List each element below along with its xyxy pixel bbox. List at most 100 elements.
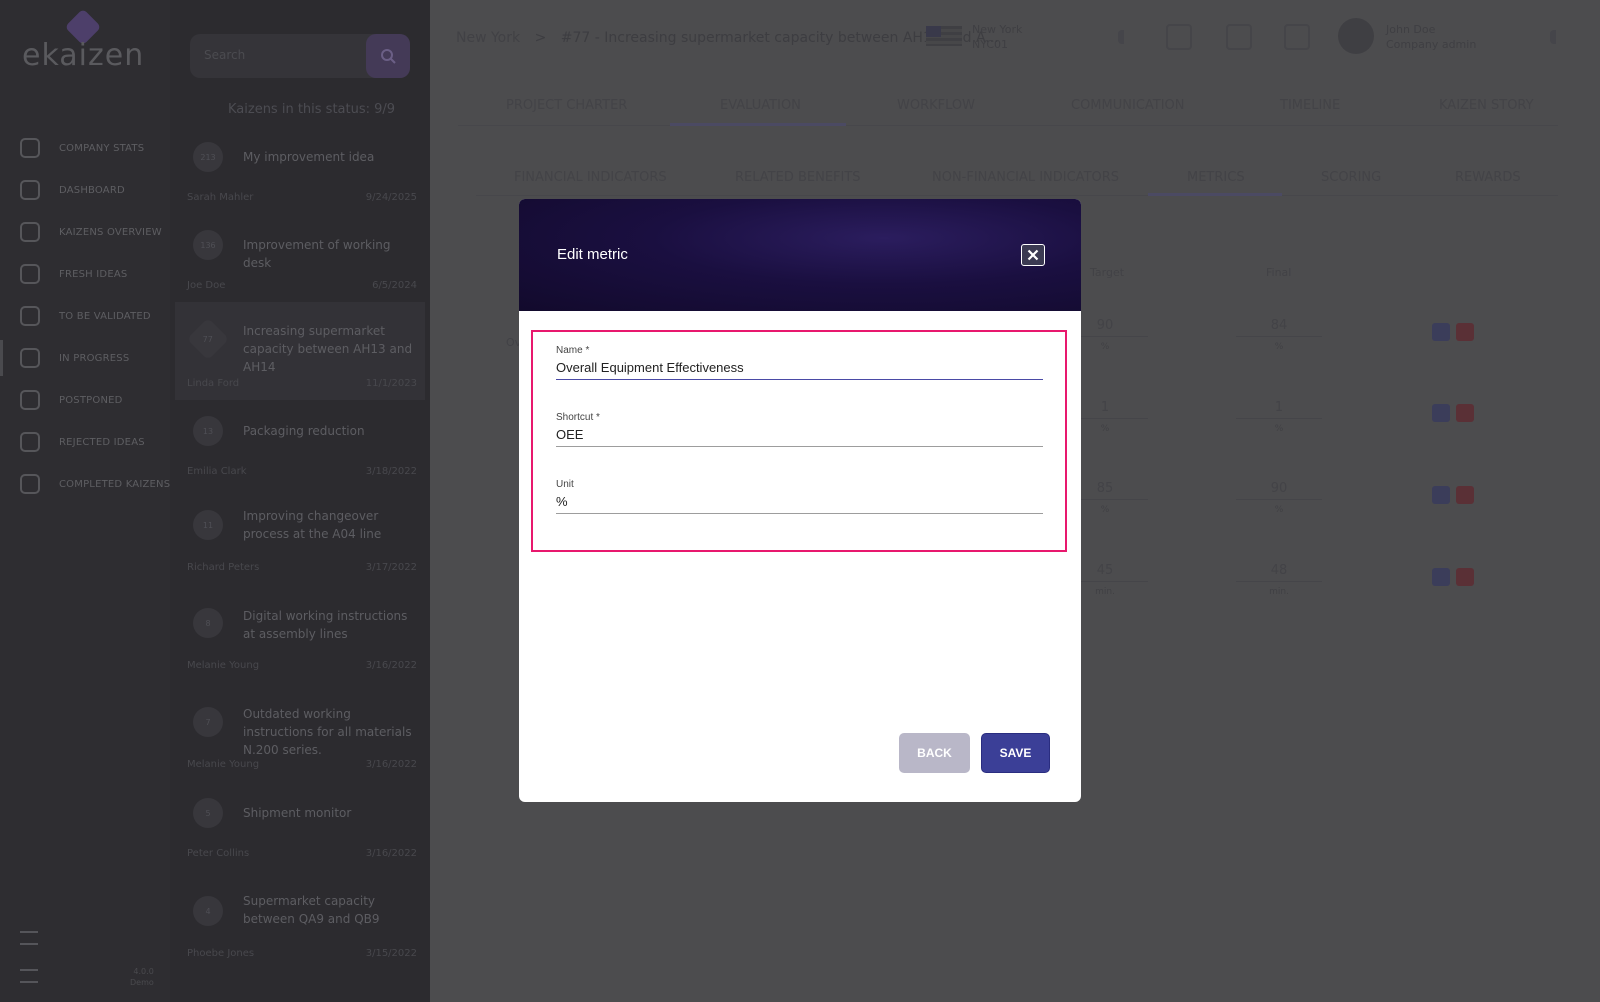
tab-kaizen-story[interactable]: KAIZEN STORY — [1439, 98, 1534, 113]
name-input[interactable] — [556, 356, 1043, 380]
tab-communication[interactable]: COMMUNICATION — [1071, 98, 1185, 113]
back-button[interactable]: BACK — [899, 733, 970, 773]
list-item[interactable]: 13 Packaging reduction Emilia Clark 3/18… — [175, 406, 425, 496]
kaizen-count: Kaizens in this status: 9/9 — [228, 102, 396, 117]
list-item[interactable]: 5 Shipment monitor Peter Collins 3/16/20… — [175, 788, 425, 878]
rocket-icon — [20, 474, 40, 494]
tab-project-charter[interactable]: PROJECT CHARTER — [506, 98, 627, 113]
tab-timeline[interactable]: TIMELINE — [1280, 98, 1340, 113]
column-header-target: Target — [1090, 266, 1125, 279]
menu-icon[interactable] — [20, 969, 38, 983]
search-button[interactable] — [366, 34, 410, 78]
tab-workflow[interactable]: WORKFLOW — [897, 98, 975, 113]
avatar[interactable] — [1338, 18, 1374, 54]
nav-completed-kaizens[interactable]: COMPLETED KAIZENS — [20, 473, 170, 495]
app-logo: ekaizen — [22, 38, 145, 73]
edit-metric-dialog: Edit metric Name * Shortcut * Unit BACK … — [519, 199, 1081, 802]
active-tab-indicator — [670, 123, 846, 126]
nav-company-stats[interactable]: COMPANY STATS — [20, 137, 144, 159]
list-item-selected[interactable]: 77 Increasing supermarket capacity betwe… — [175, 302, 425, 400]
breadcrumb-city[interactable]: New York — [456, 30, 520, 46]
user-menu[interactable]: John Doe Company admin — [1386, 22, 1476, 52]
kaizen-author: Richard Peters — [187, 562, 260, 573]
kaizen-title: My improvement idea — [243, 150, 375, 164]
final-unit: % — [1274, 424, 1284, 434]
nav-label: KAIZENS OVERVIEW — [59, 226, 162, 238]
kaizen-number: 13 — [193, 416, 223, 446]
edit-row-button[interactable] — [1432, 568, 1450, 586]
kaizen-number: 7 — [193, 707, 223, 737]
final-unit: min. — [1269, 587, 1289, 597]
tab-related-benefits[interactable]: RELATED BENEFITS — [735, 170, 861, 185]
kaizen-number: 8 — [193, 608, 223, 638]
kaizen-date: 3/16/2022 — [365, 660, 417, 671]
kaizen-number: 77 — [186, 317, 230, 361]
location-name: New York — [972, 23, 1023, 36]
tab-financial-indicators[interactable]: FINANCIAL INDICATORS — [514, 170, 667, 185]
clipboard-check-icon[interactable] — [1226, 24, 1252, 50]
final-value: 48 — [1236, 563, 1322, 582]
barcode-icon — [20, 222, 40, 242]
list-item[interactable]: 136 Improvement of working desk Joe Doe … — [175, 220, 425, 310]
final-unit: % — [1274, 342, 1284, 352]
kaizen-number: 213 — [193, 142, 223, 172]
nav-in-progress[interactable]: IN PROGRESS — [20, 347, 129, 369]
settings-icon[interactable] — [1284, 24, 1310, 50]
name-label: Name * — [556, 345, 590, 356]
edit-row-button[interactable] — [1432, 486, 1450, 504]
nav-label: REJECTED IDEAS — [59, 436, 145, 448]
delete-row-button[interactable] — [1456, 568, 1474, 586]
location-selector[interactable]: New York NYC01 — [972, 22, 1022, 52]
delete-row-button[interactable] — [1456, 404, 1474, 422]
search-input[interactable]: Search — [204, 48, 245, 62]
list-item[interactable]: 7 Outdated working instructions for all … — [175, 697, 425, 787]
edit-row-button[interactable] — [1432, 323, 1450, 341]
kaizen-author: Sarah Mahler — [187, 192, 254, 203]
list-item[interactable]: 4 Supermarket capacity between QA9 and Q… — [175, 886, 425, 976]
scale-icon — [20, 306, 40, 326]
chevron-right-icon[interactable] — [1550, 30, 1560, 44]
save-button[interactable]: SAVE — [981, 733, 1050, 773]
close-button[interactable] — [1021, 244, 1045, 266]
edit-row-button[interactable] — [1432, 404, 1450, 422]
nav-label: COMPLETED KAIZENS — [59, 478, 171, 490]
tab-scoring[interactable]: SCORING — [1321, 170, 1381, 185]
filters-icon[interactable] — [20, 931, 38, 945]
main-nav: ekaizen COMPANY STATS DASHBOARD KAIZENS … — [0, 0, 170, 1002]
tab-rewards[interactable]: REWARDS — [1455, 170, 1521, 185]
final-value: 84 — [1236, 318, 1322, 337]
kaizen-date: 9/24/2025 — [365, 192, 417, 203]
tab-metrics[interactable]: METRICS — [1187, 170, 1245, 185]
nav-rejected-ideas[interactable]: REJECTED IDEAS — [20, 431, 145, 453]
list-item[interactable]: 213 My improvement idea Sarah Mahler 9/2… — [175, 132, 425, 222]
kaizen-author: Linda Ford — [187, 378, 240, 389]
unit-field: Unit — [556, 479, 1043, 514]
unit-input[interactable] — [556, 490, 1043, 514]
list-item[interactable]: 8 Digital working instructions at assemb… — [175, 598, 425, 688]
column-header-final: Final — [1266, 266, 1292, 279]
nav-active-indicator — [0, 340, 3, 376]
nav-dashboard[interactable]: DASHBOARD — [20, 179, 125, 201]
nav-label: IN PROGRESS — [59, 352, 130, 364]
shortcut-input[interactable] — [556, 423, 1043, 447]
tab-non-financial-indicators[interactable]: NON-FINANCIAL INDICATORS — [932, 170, 1119, 185]
kaizen-title: Packaging reduction — [243, 424, 365, 438]
nav-postponed[interactable]: POSTPONED — [20, 389, 123, 411]
nav-kaizens-overview[interactable]: KAIZENS OVERVIEW — [20, 221, 162, 243]
kaizen-date: 3/16/2022 — [365, 848, 417, 859]
tab-evaluation[interactable]: EVALUATION — [720, 98, 801, 113]
nav-fresh-ideas[interactable]: FRESH IDEAS — [20, 263, 127, 285]
kaizen-number: 136 — [193, 230, 223, 260]
nav-to-be-validated[interactable]: TO BE VALIDATED — [20, 305, 151, 327]
barcode-icon[interactable] — [1166, 24, 1192, 50]
kaizen-author: Melanie Young — [187, 660, 260, 671]
delete-row-button[interactable] — [1456, 323, 1474, 341]
kaizen-title: Supermarket capacity between QA9 and QB9 — [243, 894, 380, 926]
final-value: 1 — [1236, 400, 1322, 419]
kaizen-date: 6/5/2024 — [372, 280, 417, 291]
chevron-right-icon[interactable] — [1118, 30, 1128, 44]
list-item[interactable]: 11 Improving changeover process at the A… — [175, 500, 425, 590]
delete-row-button[interactable] — [1456, 486, 1474, 504]
kaizen-title: Improvement of working desk — [243, 238, 391, 270]
us-flag-icon — [926, 26, 962, 46]
